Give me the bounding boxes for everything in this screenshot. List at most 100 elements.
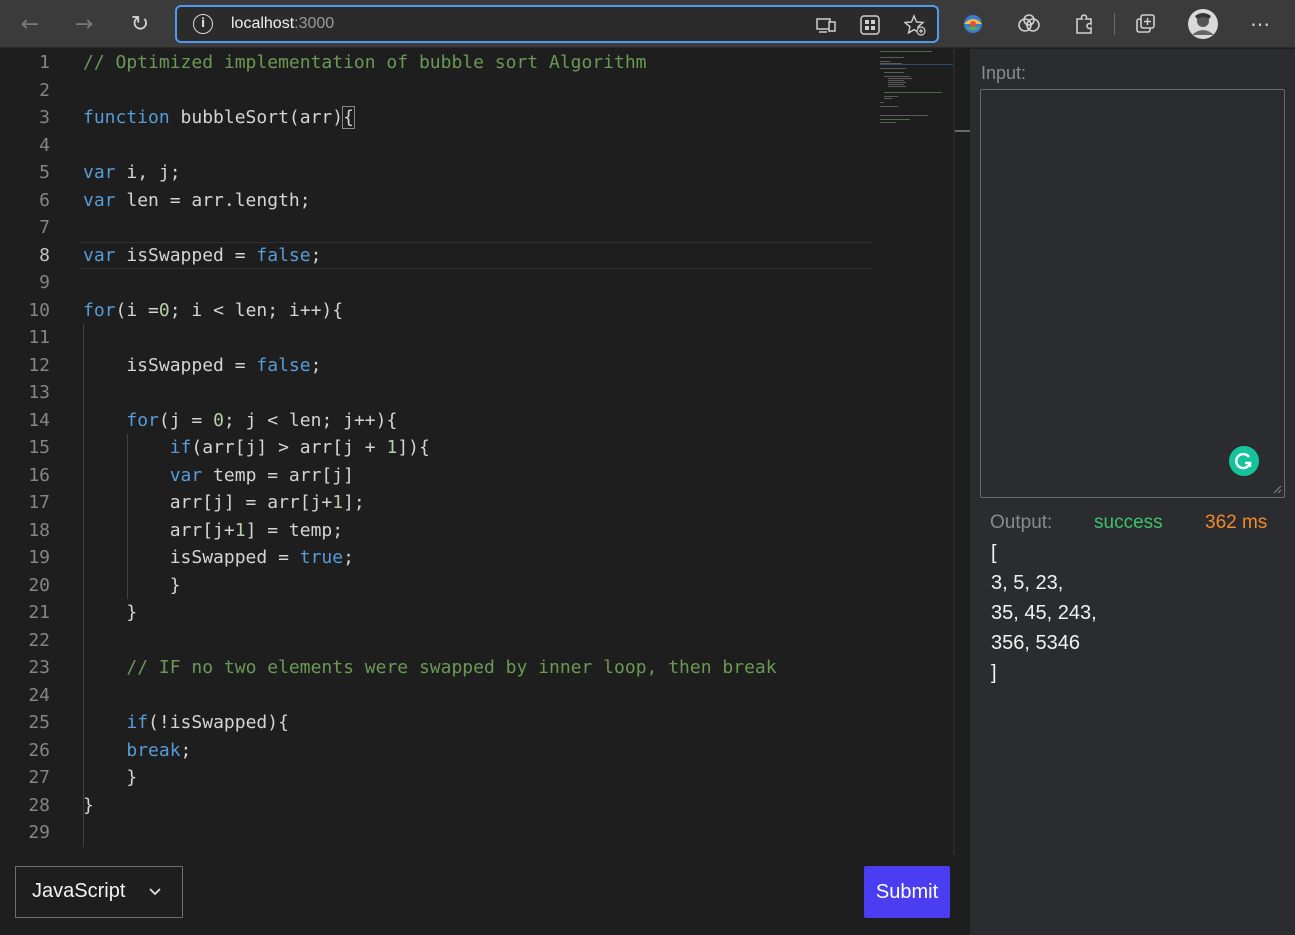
code-keyword: var	[83, 189, 116, 211]
code-keyword: var	[169, 464, 203, 486]
code-line-27: }	[0, 764, 955, 792]
code-keyword: var	[83, 162, 116, 183]
code-line-10: for(i =0; i < len; i++){	[0, 297, 955, 325]
code-line-17: arr[j] = arr[j+1];	[0, 489, 955, 517]
profile-avatar[interactable]	[1187, 8, 1219, 40]
code-line-1: // Optimized implementation of bubble so…	[0, 49, 955, 77]
code-text: (arr[j] > arr[j +	[191, 437, 387, 458]
extensions-icon[interactable]	[1070, 10, 1098, 38]
collections-icon[interactable]	[1131, 10, 1159, 38]
app-available-icon[interactable]	[815, 14, 837, 36]
output-line: 356, 5346	[991, 632, 1080, 654]
forward-arrow-icon[interactable]: →	[68, 8, 100, 40]
code-text: len = arr.length;	[115, 189, 311, 211]
back-arrow-icon[interactable]: ←	[14, 8, 46, 40]
line-number-row: 29	[0, 819, 955, 847]
line-number-row: 7	[0, 214, 955, 242]
url-host: localhost	[231, 15, 295, 32]
resize-handle-icon[interactable]	[1272, 484, 1282, 494]
address-bar[interactable]: i localhost:3000	[175, 5, 939, 43]
code-line-23: // IF no two elements were swapped by in…	[0, 654, 955, 682]
output-line: [	[991, 542, 997, 564]
code-number: 0	[158, 299, 170, 321]
code-text: }	[83, 602, 138, 623]
code-line-12: isSwapped = false;	[0, 352, 955, 380]
code-text: (i =	[115, 299, 159, 321]
line-number: 4	[39, 134, 50, 156]
code-editor[interactable]: 1 2 3 4 5 6 7 8 9 10 11 12 13 14 15 16 17 18 19 20 21 22 23 24 2…	[0, 49, 955, 855]
editor-minimap[interactable]	[876, 49, 954, 129]
grammarly-icon[interactable]	[1229, 446, 1259, 476]
execution-time: 362 ms	[1205, 512, 1268, 533]
code-line-14: for(j = 0; j < len; j++){	[0, 407, 955, 435]
code-text: }	[83, 574, 181, 596]
add-favorite-icon[interactable]	[904, 14, 926, 36]
chevron-down-icon	[149, 888, 161, 896]
address-url[interactable]: localhost:3000	[231, 15, 334, 33]
code-text: arr[j+	[83, 519, 235, 541]
code-line-25: if(!isSwapped){	[0, 709, 955, 737]
code-text: (!isSwapped){	[148, 712, 289, 733]
extension-puzzle-cloud-icon[interactable]	[1015, 10, 1043, 38]
code-literal: false	[256, 354, 311, 376]
code-line-6: var len = arr.length;	[0, 187, 955, 215]
code-keyword: for	[126, 409, 159, 431]
extension-colorful-icon[interactable]	[959, 10, 987, 38]
code-text: (j =	[158, 409, 214, 431]
code-text: ; j < len; j++){	[223, 409, 398, 431]
output-line: 3, 5, 23,	[991, 572, 1064, 594]
code-line-18: arr[j+1] = temp;	[0, 517, 955, 545]
code-keyword: if	[126, 712, 149, 733]
code-line-20: }	[0, 572, 955, 600]
status-badge: success	[1094, 512, 1163, 533]
code-line-21: }	[0, 599, 955, 627]
line-number: 29	[28, 822, 50, 843]
output-label: Output:	[990, 512, 1053, 533]
line-number-row: 13	[0, 379, 955, 407]
code-text: isSwapped =	[83, 547, 300, 568]
line-number: 24	[28, 684, 50, 706]
code-text: temp = arr[j]	[202, 464, 354, 486]
line-number: 9	[39, 272, 50, 293]
line-number: 2	[39, 79, 50, 101]
refresh-icon[interactable]: ↻	[124, 8, 156, 40]
line-number-row: 4	[0, 132, 955, 160]
input-textarea[interactable]	[980, 89, 1285, 498]
line-number: 13	[28, 382, 50, 403]
input-label: Input:	[981, 63, 1027, 83]
code-keyword: for	[83, 299, 116, 321]
code-text: ];	[343, 492, 365, 513]
language-select[interactable]: JavaScript	[15, 866, 183, 918]
code-keyword: var	[83, 244, 116, 266]
code-text: ;	[310, 354, 322, 376]
code-line-19: isSwapped = true;	[0, 544, 955, 572]
line-number-row: 22	[0, 627, 955, 655]
code-keyword: break	[126, 739, 181, 761]
code-comment: // IF no two elements were swapped by in…	[126, 657, 777, 678]
editor-scroll-thumb[interactable]	[955, 130, 970, 132]
code-text: }	[83, 767, 138, 788]
editor-scrollbar[interactable]	[953, 49, 955, 855]
code-keyword: if	[169, 437, 192, 458]
toolbar-divider	[1114, 13, 1115, 35]
submit-button[interactable]: Submit	[864, 866, 950, 918]
line-number-row: 11	[0, 324, 955, 352]
grid-apps-icon[interactable]	[859, 14, 881, 36]
code-line-28: }	[0, 792, 955, 820]
code-number: 0	[213, 409, 224, 431]
code-bracket-match: {	[342, 106, 355, 129]
code-line-15: if(arr[j] > arr[j + 1]){	[0, 434, 955, 462]
code-number: 1	[386, 437, 398, 458]
site-info-icon[interactable]: i	[193, 14, 213, 34]
code-text: isSwapped =	[115, 244, 257, 266]
code-text: arr[j] = arr[j+	[83, 492, 333, 513]
line-number: 7	[39, 217, 50, 238]
code-line-16: var temp = arr[j]	[0, 462, 955, 490]
more-menu-icon[interactable]: ⋯	[1244, 8, 1276, 40]
code-literal: true	[299, 547, 344, 568]
